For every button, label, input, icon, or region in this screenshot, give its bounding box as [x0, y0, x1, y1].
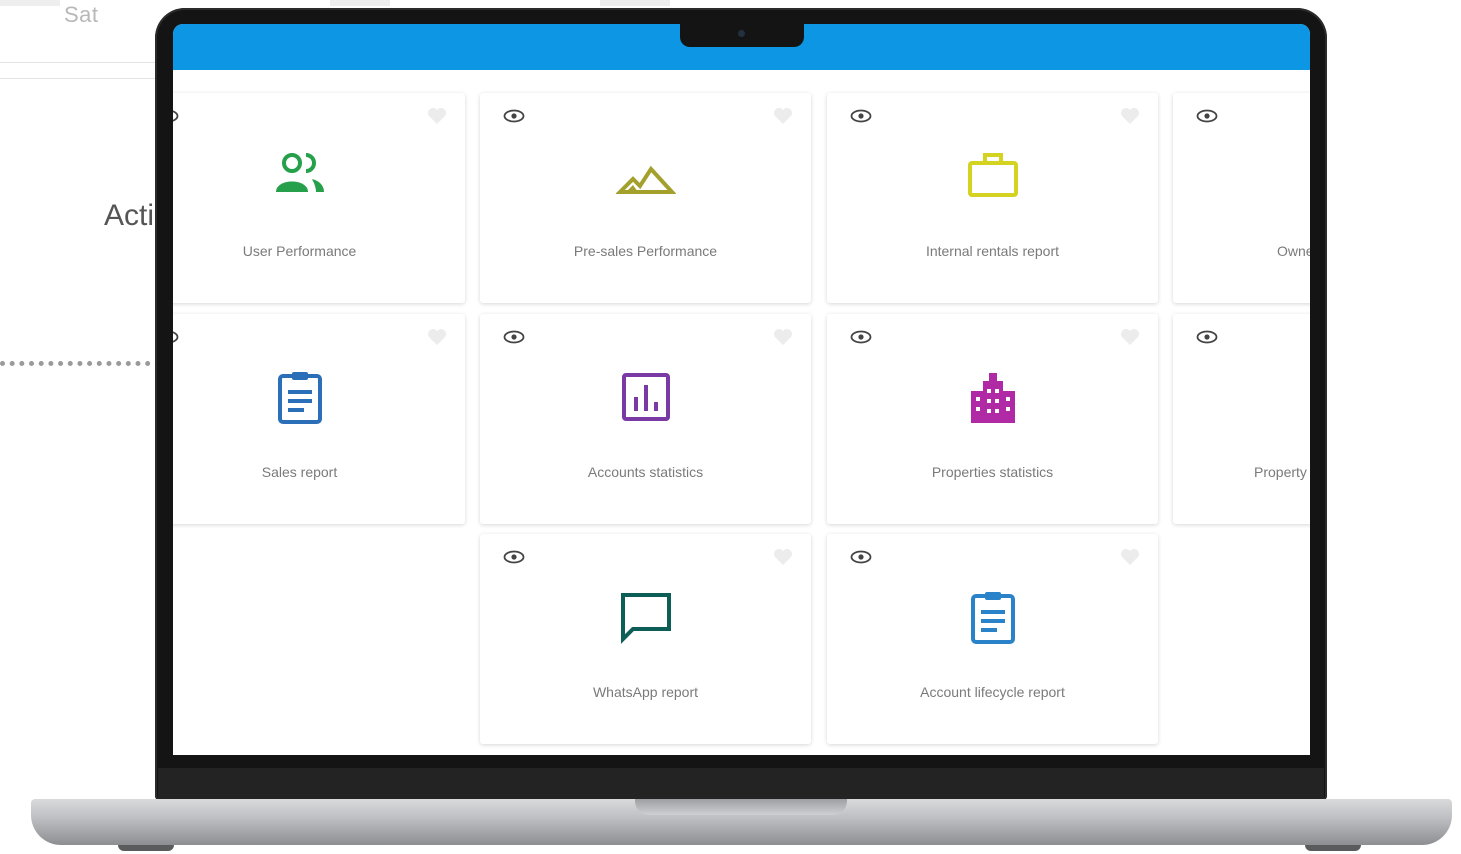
card-label: Properties statistics	[931, 464, 1054, 480]
users-icon	[275, 153, 324, 192]
heart-icon[interactable]	[1120, 107, 1140, 125]
report-card-owner[interactable]: Owne	[1173, 93, 1310, 303]
stage: Sat Acti User Performance Pre-sales Perf…	[0, 0, 1461, 854]
eye-icon[interactable]	[503, 109, 525, 123]
laptop-foot	[1305, 845, 1361, 851]
card-label: Property	[1254, 464, 1307, 480]
card-label: Internal rentals report	[925, 243, 1060, 259]
heart-icon[interactable]	[773, 328, 793, 346]
heart-icon[interactable]	[427, 328, 447, 346]
camera-icon	[738, 30, 745, 37]
report-card-pre-sales-performance[interactable]: Pre-sales Performance	[480, 93, 811, 303]
heart-icon[interactable]	[773, 107, 793, 125]
building-icon	[970, 373, 1015, 423]
background-heading: Acti	[104, 199, 155, 232]
report-card-user-performance[interactable]: User Performance	[173, 93, 465, 303]
report-card-whatsapp-report[interactable]: WhatsApp report	[480, 534, 811, 744]
eye-icon[interactable]	[850, 109, 872, 123]
card-label: User Performance	[242, 243, 357, 259]
report-card-internal-rentals[interactable]: Internal rentals report	[827, 93, 1158, 303]
eye-icon[interactable]	[850, 550, 872, 564]
laptop-screen: User Performance Pre-sales Performance I…	[173, 24, 1310, 755]
card-label: Pre-sales Performance	[573, 243, 718, 259]
card-label: Owne	[1277, 243, 1310, 259]
card-label: Sales report	[261, 464, 338, 480]
heart-icon[interactable]	[1120, 328, 1140, 346]
chat-bubble-icon	[620, 593, 671, 644]
background-dotted-line	[0, 361, 160, 366]
laptop-foot	[118, 845, 174, 851]
report-card-accounts-statistics[interactable]: Accounts statistics	[480, 314, 811, 524]
heart-icon[interactable]	[1120, 548, 1140, 566]
report-card-properties-statistics[interactable]: Properties statistics	[827, 314, 1158, 524]
background-strip	[600, 0, 670, 6]
report-card-property[interactable]: Property	[1173, 314, 1310, 524]
bar-chart-icon	[621, 373, 670, 421]
laptop-bottom-bezel	[158, 768, 1324, 800]
heart-icon[interactable]	[427, 107, 447, 125]
clipboard-icon	[970, 592, 1015, 644]
eye-icon[interactable]	[850, 330, 872, 344]
eye-icon[interactable]	[1196, 109, 1218, 123]
background-day-label: Sat	[64, 2, 99, 27]
eye-icon[interactable]	[503, 330, 525, 344]
background-divider	[0, 78, 160, 79]
mountain-icon	[615, 165, 676, 194]
card-label: Account lifecycle report	[920, 684, 1065, 700]
card-label: WhatsApp report	[592, 684, 699, 700]
eye-icon[interactable]	[503, 550, 525, 564]
eye-icon[interactable]	[173, 109, 179, 123]
background-strip	[0, 0, 60, 6]
background-divider	[0, 62, 160, 63]
eye-icon[interactable]	[1196, 330, 1218, 344]
eye-icon[interactable]	[173, 330, 179, 344]
briefcase-icon	[967, 153, 1018, 197]
report-card-sales-report[interactable]: Sales report	[173, 314, 465, 524]
laptop-base-notch	[635, 799, 847, 815]
heart-icon[interactable]	[773, 548, 793, 566]
report-card-account-lifecycle[interactable]: Account lifecycle report	[827, 534, 1158, 744]
background-strip	[330, 0, 390, 6]
card-label: Accounts statistics	[587, 464, 704, 480]
clipboard-icon	[277, 372, 322, 424]
